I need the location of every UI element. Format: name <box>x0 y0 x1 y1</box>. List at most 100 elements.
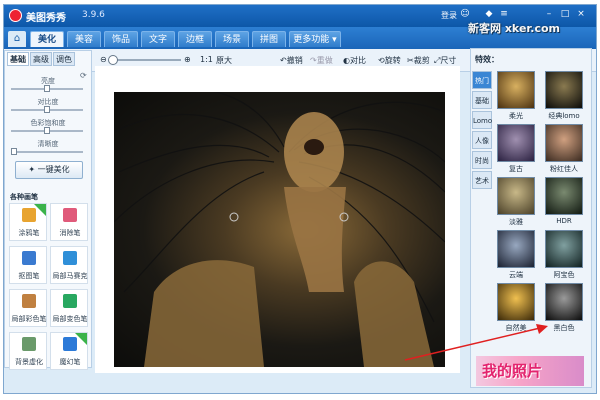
home-tab[interactable]: ⌂ <box>8 31 26 47</box>
tab-text[interactable]: 文字 <box>141 31 175 47</box>
edited-photo[interactable] <box>114 92 445 367</box>
effect-label: 柔光 <box>509 112 523 120</box>
resize-label: 尺寸 <box>440 56 457 65</box>
user-icon[interactable]: ☺ <box>460 9 470 19</box>
notification-icon[interactable]: ◆ <box>484 9 494 19</box>
tab-more-features[interactable]: 更多功能 ▾ <box>289 31 341 47</box>
subtab-advanced[interactable]: 高级 <box>30 52 52 66</box>
zoom-in-icon[interactable]: ⊕ <box>184 55 191 64</box>
effects-tab-fashion[interactable]: 时尚 <box>472 151 492 169</box>
tool-label: 背景虚化 <box>15 358 43 366</box>
banner-text: 我的照片 <box>482 362 543 380</box>
contrast-knob[interactable] <box>44 106 50 113</box>
effects-tab-art[interactable]: 艺术 <box>472 171 492 189</box>
effect-thumb-retro[interactable] <box>497 124 535 162</box>
tool-magic-brush[interactable]: 魔幻笔 <box>50 332 88 370</box>
cutout-icon <box>22 251 36 265</box>
tab-frame[interactable]: 边框 <box>178 31 212 47</box>
effect-thumb-soft-light[interactable] <box>497 71 535 109</box>
new-badge <box>75 333 87 345</box>
tab-beauty[interactable]: 美容 <box>67 31 101 47</box>
effects-tab-lomo[interactable]: Lomo <box>472 111 492 129</box>
tool-label: 涂鸦笔 <box>18 229 40 237</box>
sharpness-knob[interactable] <box>11 148 17 155</box>
menu-icon[interactable]: ≡ <box>499 9 509 19</box>
zoom-slider-knob[interactable] <box>108 55 118 65</box>
left-panel: 基础 高级 调色 ⟳ 亮度 对比度 色彩饱和度 清晰度 ✦ 一键美化 各种画笔 … <box>4 50 92 370</box>
zoom-ratio[interactable]: 1:1 <box>200 55 213 64</box>
tab-collage[interactable]: 拼图 <box>252 31 286 47</box>
arrow-head <box>536 324 548 334</box>
tool-label: 消除笔 <box>59 229 81 237</box>
sharpness-slider[interactable] <box>11 148 83 155</box>
effects-tab-popular[interactable]: 热门 <box>472 71 492 89</box>
redo-button[interactable]: ↷重做 <box>310 55 333 66</box>
effects-tab-portrait[interactable]: 人像 <box>472 131 492 149</box>
zoom-slider[interactable] <box>108 55 181 65</box>
ad-banner[interactable]: 我的照片 <box>476 356 584 386</box>
effect-thumb-natural[interactable] <box>497 283 535 321</box>
tab-more-label: 更多功能 <box>293 35 330 45</box>
undo-label: 撤销 <box>286 56 303 65</box>
tool-label: 抠图笔 <box>18 272 40 280</box>
tool-color-brush[interactable]: 局部彩色笔 <box>9 289 47 327</box>
tool-doodle-brush[interactable]: 涂鸦笔 <box>9 203 47 241</box>
effect-label: 经典lomo <box>548 112 580 120</box>
saturation-knob[interactable] <box>44 127 50 134</box>
watermark-text: 新客网 xker.com <box>468 22 560 35</box>
redo-label: 重做 <box>316 56 333 65</box>
undo-button[interactable]: ↶撤销 <box>280 55 303 66</box>
close-icon[interactable]: × <box>576 9 586 19</box>
app-version: 3.9.6 <box>82 10 105 20</box>
zoom-original-label[interactable]: 原大 <box>216 55 232 66</box>
brushes-section-title: 各种画笔 <box>10 193 38 201</box>
tool-label: 局部彩色笔 <box>11 315 47 323</box>
tool-recolor-brush[interactable]: 局部变色笔 <box>50 289 88 327</box>
subtab-color[interactable]: 调色 <box>53 52 75 66</box>
one-click-beautify-button[interactable]: ✦ 一键美化 <box>15 161 83 179</box>
effect-label: 阿宝色 <box>553 271 575 279</box>
crop-button[interactable]: ✂裁剪 <box>407 55 430 66</box>
resize-button[interactable]: ⤢尺寸 <box>434 55 456 66</box>
tool-background-blur[interactable]: 背景虚化 <box>9 332 47 370</box>
effect-thumb-classic-lomo[interactable] <box>545 71 583 109</box>
tool-label: 局部变色笔 <box>52 315 88 323</box>
effect-thumb-abao-color[interactable] <box>545 230 583 268</box>
tool-eraser-brush[interactable]: 消除笔 <box>50 203 88 241</box>
zoom-out-icon[interactable]: ⊖ <box>100 55 107 64</box>
effects-tab-basic[interactable]: 基础 <box>472 91 492 109</box>
effect-thumb-black-white[interactable] <box>545 283 583 321</box>
mosaic-icon <box>63 251 77 265</box>
effect-label: 复古 <box>509 165 523 173</box>
compare-button[interactable]: ◐对比 <box>343 55 366 66</box>
effect-thumb-elegant[interactable] <box>497 177 535 215</box>
tab-accessories[interactable]: 饰品 <box>104 31 138 47</box>
tool-label: 局部马赛克 <box>52 272 88 280</box>
subtab-basic[interactable]: 基础 <box>7 52 29 66</box>
app-logo-icon <box>9 9 22 22</box>
tool-cutout-brush[interactable]: 抠图笔 <box>9 246 47 284</box>
blur-icon <box>22 337 36 351</box>
maximize-icon[interactable]: □ <box>560 9 570 19</box>
effect-label: 淡雅 <box>509 218 523 226</box>
saturation-slider[interactable] <box>11 127 83 134</box>
brightness-knob[interactable] <box>44 85 50 92</box>
login-link[interactable]: 登录 <box>441 10 457 21</box>
crop-label: 裁剪 <box>413 56 430 65</box>
tab-scene[interactable]: 场景 <box>215 31 249 47</box>
rotate-label: 旋转 <box>384 56 401 65</box>
effect-thumb-cloud[interactable] <box>497 230 535 268</box>
tool-mosaic-brush[interactable]: 局部马赛克 <box>50 246 88 284</box>
effect-thumb-pink-lady[interactable] <box>545 124 583 162</box>
minimize-icon[interactable]: – <box>544 9 554 19</box>
new-badge <box>34 204 46 216</box>
eraser-icon <box>63 208 77 222</box>
slider-label-sharpness: 清晰度 <box>37 140 59 148</box>
brightness-slider[interactable] <box>11 85 83 92</box>
contrast-slider[interactable] <box>11 106 83 113</box>
tab-beautify[interactable]: 美化 <box>30 31 64 47</box>
one-click-label: 一键美化 <box>37 165 70 174</box>
photo-rendering <box>114 92 445 367</box>
effect-thumb-hdr[interactable] <box>545 177 583 215</box>
rotate-button[interactable]: ⟲旋转 <box>378 55 401 66</box>
